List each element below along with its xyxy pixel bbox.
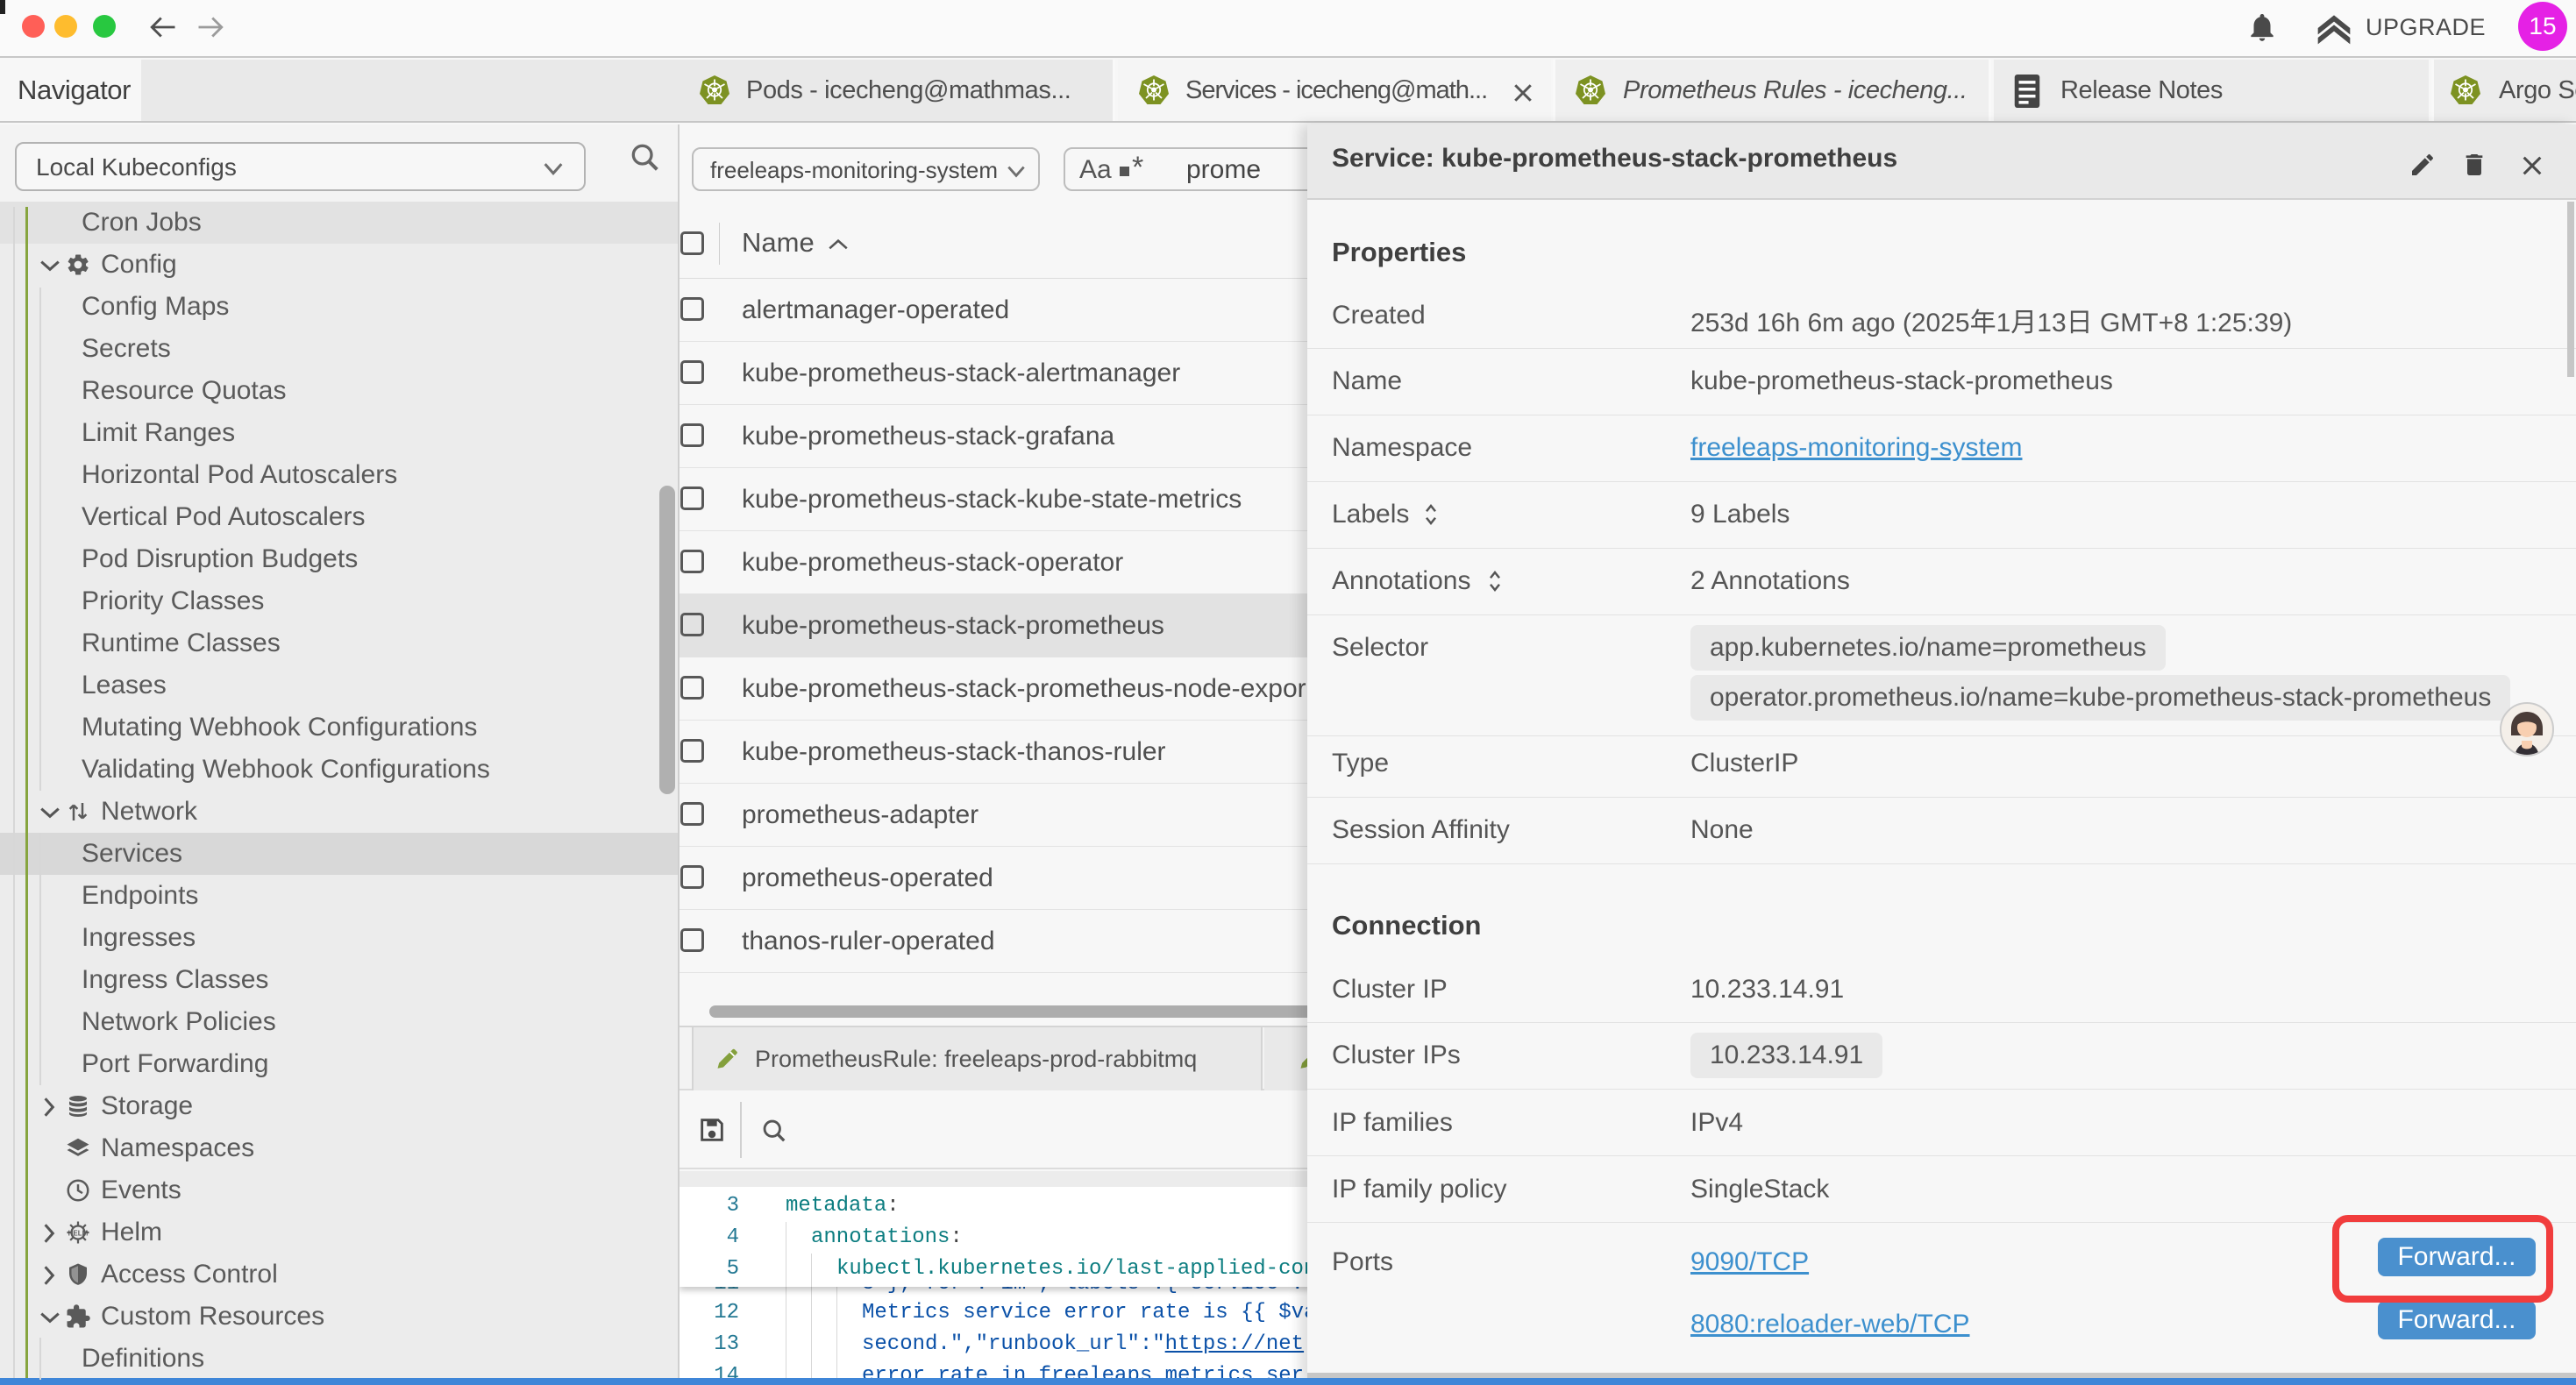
svg-text:HELM: HELM (68, 1229, 89, 1237)
